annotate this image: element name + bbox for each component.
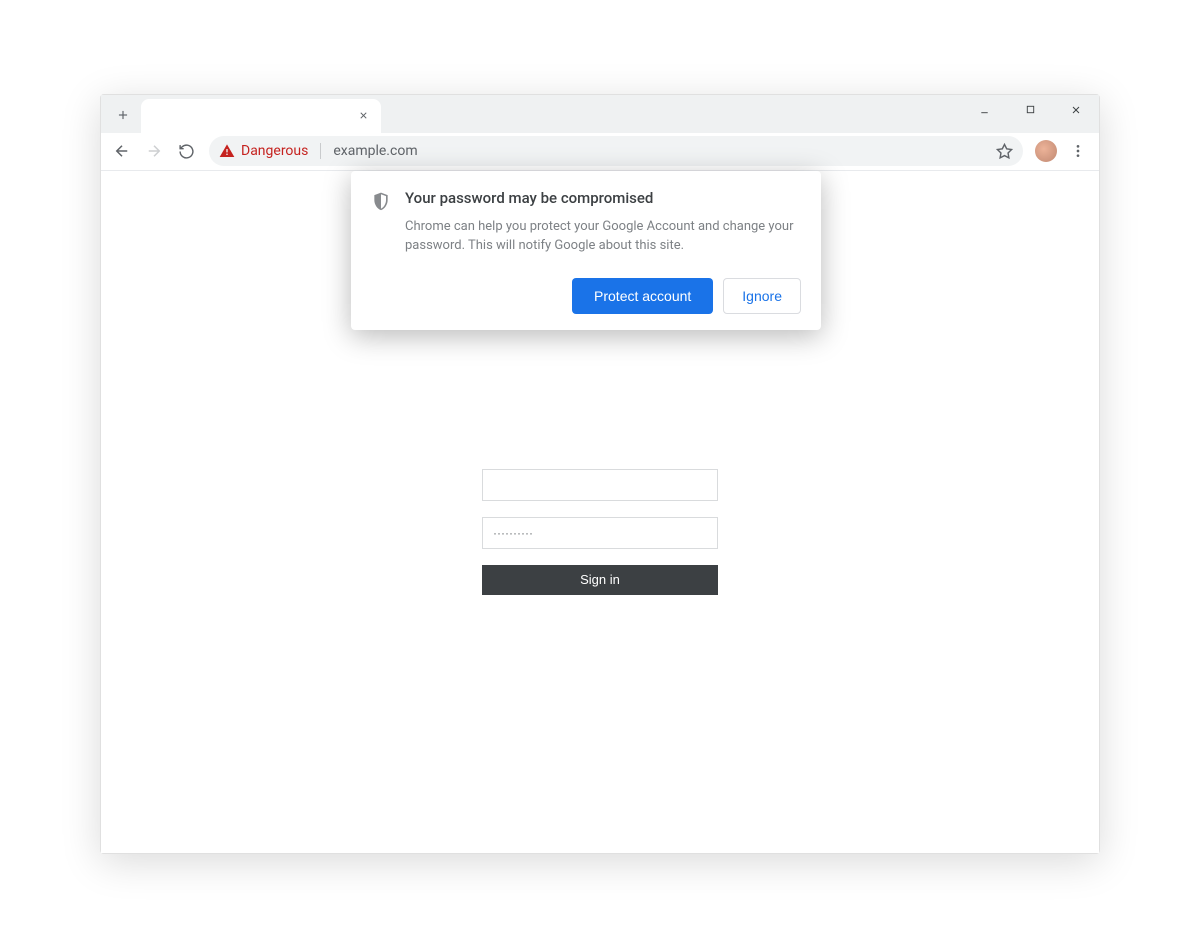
shield-icon xyxy=(371,191,391,211)
close-icon xyxy=(358,110,369,121)
page-content: Your password may be compromised Chrome … xyxy=(101,171,1099,853)
site-security-chip[interactable]: Dangerous xyxy=(219,143,321,159)
star-icon xyxy=(996,143,1013,160)
ignore-button[interactable]: Ignore xyxy=(723,278,801,314)
password-warning-popup: Your password may be compromised Chrome … xyxy=(351,171,821,330)
reload-button[interactable] xyxy=(171,136,201,166)
plus-icon xyxy=(116,108,130,122)
close-icon xyxy=(1070,104,1082,116)
maximize-icon xyxy=(1025,104,1036,115)
browser-window: Dangerous example.com Your password may … xyxy=(100,94,1100,854)
active-tab[interactable] xyxy=(141,99,381,133)
profile-avatar[interactable] xyxy=(1035,140,1057,162)
protect-account-button[interactable]: Protect account xyxy=(572,278,713,314)
more-vertical-icon xyxy=(1070,143,1086,159)
omnibox[interactable]: Dangerous example.com xyxy=(209,136,1023,166)
bookmark-button[interactable] xyxy=(995,142,1013,160)
arrow-right-icon xyxy=(145,142,163,160)
toolbar: Dangerous example.com xyxy=(101,133,1099,171)
popup-description: Chrome can help you protect your Google … xyxy=(405,217,801,256)
password-input[interactable] xyxy=(482,517,718,549)
arrow-left-icon xyxy=(113,142,131,160)
reload-icon xyxy=(178,143,195,160)
omnibox-url: example.com xyxy=(329,143,417,159)
back-button[interactable] xyxy=(107,136,137,166)
window-close-button[interactable] xyxy=(1053,95,1099,125)
username-input[interactable] xyxy=(482,469,718,501)
forward-button[interactable] xyxy=(139,136,169,166)
window-controls xyxy=(961,95,1099,125)
popup-title: Your password may be compromised xyxy=(405,189,801,207)
warning-icon xyxy=(219,143,235,159)
sign-in-button[interactable]: Sign in xyxy=(482,565,718,595)
tab-close-button[interactable] xyxy=(355,108,371,124)
minimize-button[interactable] xyxy=(961,95,1007,125)
titlebar xyxy=(101,95,1099,133)
danger-label: Dangerous xyxy=(241,143,308,159)
login-form: Sign in xyxy=(482,469,718,595)
menu-button[interactable] xyxy=(1063,136,1093,166)
maximize-button[interactable] xyxy=(1007,95,1053,125)
new-tab-button[interactable] xyxy=(109,101,137,129)
minimize-icon xyxy=(979,104,990,115)
